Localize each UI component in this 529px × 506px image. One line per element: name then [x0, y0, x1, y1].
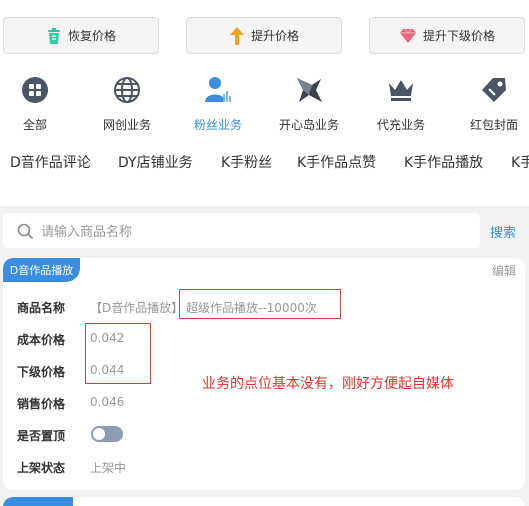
category-label: 红包封面	[469, 118, 518, 132]
search-input[interactable]: 请输入商品名称	[3, 213, 480, 248]
recycle-bin-icon	[47, 27, 60, 44]
raise-price-button[interactable]: 提升价格	[186, 17, 342, 54]
listing-status-value: 上架中	[90, 461, 127, 475]
category-red-envelope-cover[interactable]: 红包封面	[454, 72, 529, 133]
subcategory-tabs: D音作品评论 DY店铺业务 K手粉丝 K手作品点赞 K手作品播放 K手	[0, 152, 529, 174]
search-button[interactable]: 搜索	[490, 222, 516, 241]
restore-price-label: 恢复价格	[67, 29, 116, 43]
edit-button[interactable]: 编辑	[492, 262, 516, 279]
raise-sub-price-label: 提升下级价格	[422, 29, 495, 43]
subtab-k-works-likes[interactable]: K手作品点赞	[297, 152, 376, 172]
listing-status-key: 上架状态	[17, 461, 66, 475]
highlight-box-prices	[85, 323, 151, 384]
restore-price-button[interactable]: 恢复价格	[3, 17, 159, 54]
product-name-prefix: 【D音作品播放】	[90, 301, 184, 315]
annotation-note: 业务的点位基本没有，刚好方便起自媒体	[202, 376, 454, 392]
cost-price-key: 成本价格	[17, 333, 66, 347]
category-web-business[interactable]: 网创业务	[87, 72, 167, 133]
crown-icon	[389, 80, 413, 101]
toggle-knob	[93, 428, 105, 440]
category-label: 全部	[22, 118, 47, 132]
price-action-bar: 恢复价格 提升价格 提升下级价格	[0, 17, 529, 54]
tag-icon	[482, 78, 506, 102]
category-nav: 全部 网创业务 粉丝业务 开心岛业务 代充业务 红包封面	[0, 72, 529, 134]
category-label: 粉丝业务	[193, 118, 242, 132]
grid-icon	[22, 77, 48, 103]
raise-sub-price-button[interactable]: 提升下级价格	[369, 17, 525, 54]
pin-top-toggle[interactable]	[91, 426, 123, 442]
top-panel: 恢复价格 提升价格 提升下级价格 全部 网创业务 粉丝业务 开心岛业务 代充业务…	[0, 0, 529, 206]
next-product-badge	[3, 497, 73, 506]
subtab-d-works-comments[interactable]: D音作品评论	[10, 152, 91, 172]
search-icon	[17, 223, 33, 239]
category-label: 开心岛业务	[278, 118, 339, 132]
raise-price-label: 提升价格	[250, 29, 299, 43]
product-card: D音作品播放 编辑 商品名称 【D音作品播放】 超级作品播放--10000次 成…	[3, 258, 525, 490]
category-label: 网创业务	[102, 118, 151, 132]
diamond-icon	[399, 28, 416, 43]
search-placeholder: 请输入商品名称	[41, 225, 133, 240]
user-chart-icon	[205, 77, 231, 102]
category-label: 代充业务	[376, 118, 425, 132]
subtab-k-works-play[interactable]: K手作品播放	[404, 152, 483, 172]
category-all[interactable]: 全部	[0, 72, 75, 133]
subtab-k-more[interactable]: K手	[511, 152, 529, 172]
star-icon	[297, 78, 322, 102]
product-category-badge: D音作品播放	[3, 258, 80, 282]
sub-price-key: 下级价格	[17, 365, 66, 379]
arrow-up-icon	[229, 26, 244, 45]
subtab-dy-shop[interactable]: DY店铺业务	[118, 152, 193, 172]
category-recharge[interactable]: 代充业务	[361, 72, 441, 133]
product-name-key: 商品名称	[17, 301, 66, 315]
pin-top-key: 是否置顶	[17, 429, 66, 443]
category-happy-island[interactable]: 开心岛业务	[269, 72, 349, 133]
category-fans-business[interactable]: 粉丝业务	[178, 72, 258, 133]
next-product-card	[3, 497, 525, 506]
globe-icon	[114, 77, 140, 103]
highlight-box-product-name	[179, 289, 341, 319]
sale-price-key: 销售价格	[17, 397, 66, 411]
sale-price-value: 0.046	[90, 395, 125, 409]
subtab-k-fans[interactable]: K手粉丝	[221, 152, 272, 172]
